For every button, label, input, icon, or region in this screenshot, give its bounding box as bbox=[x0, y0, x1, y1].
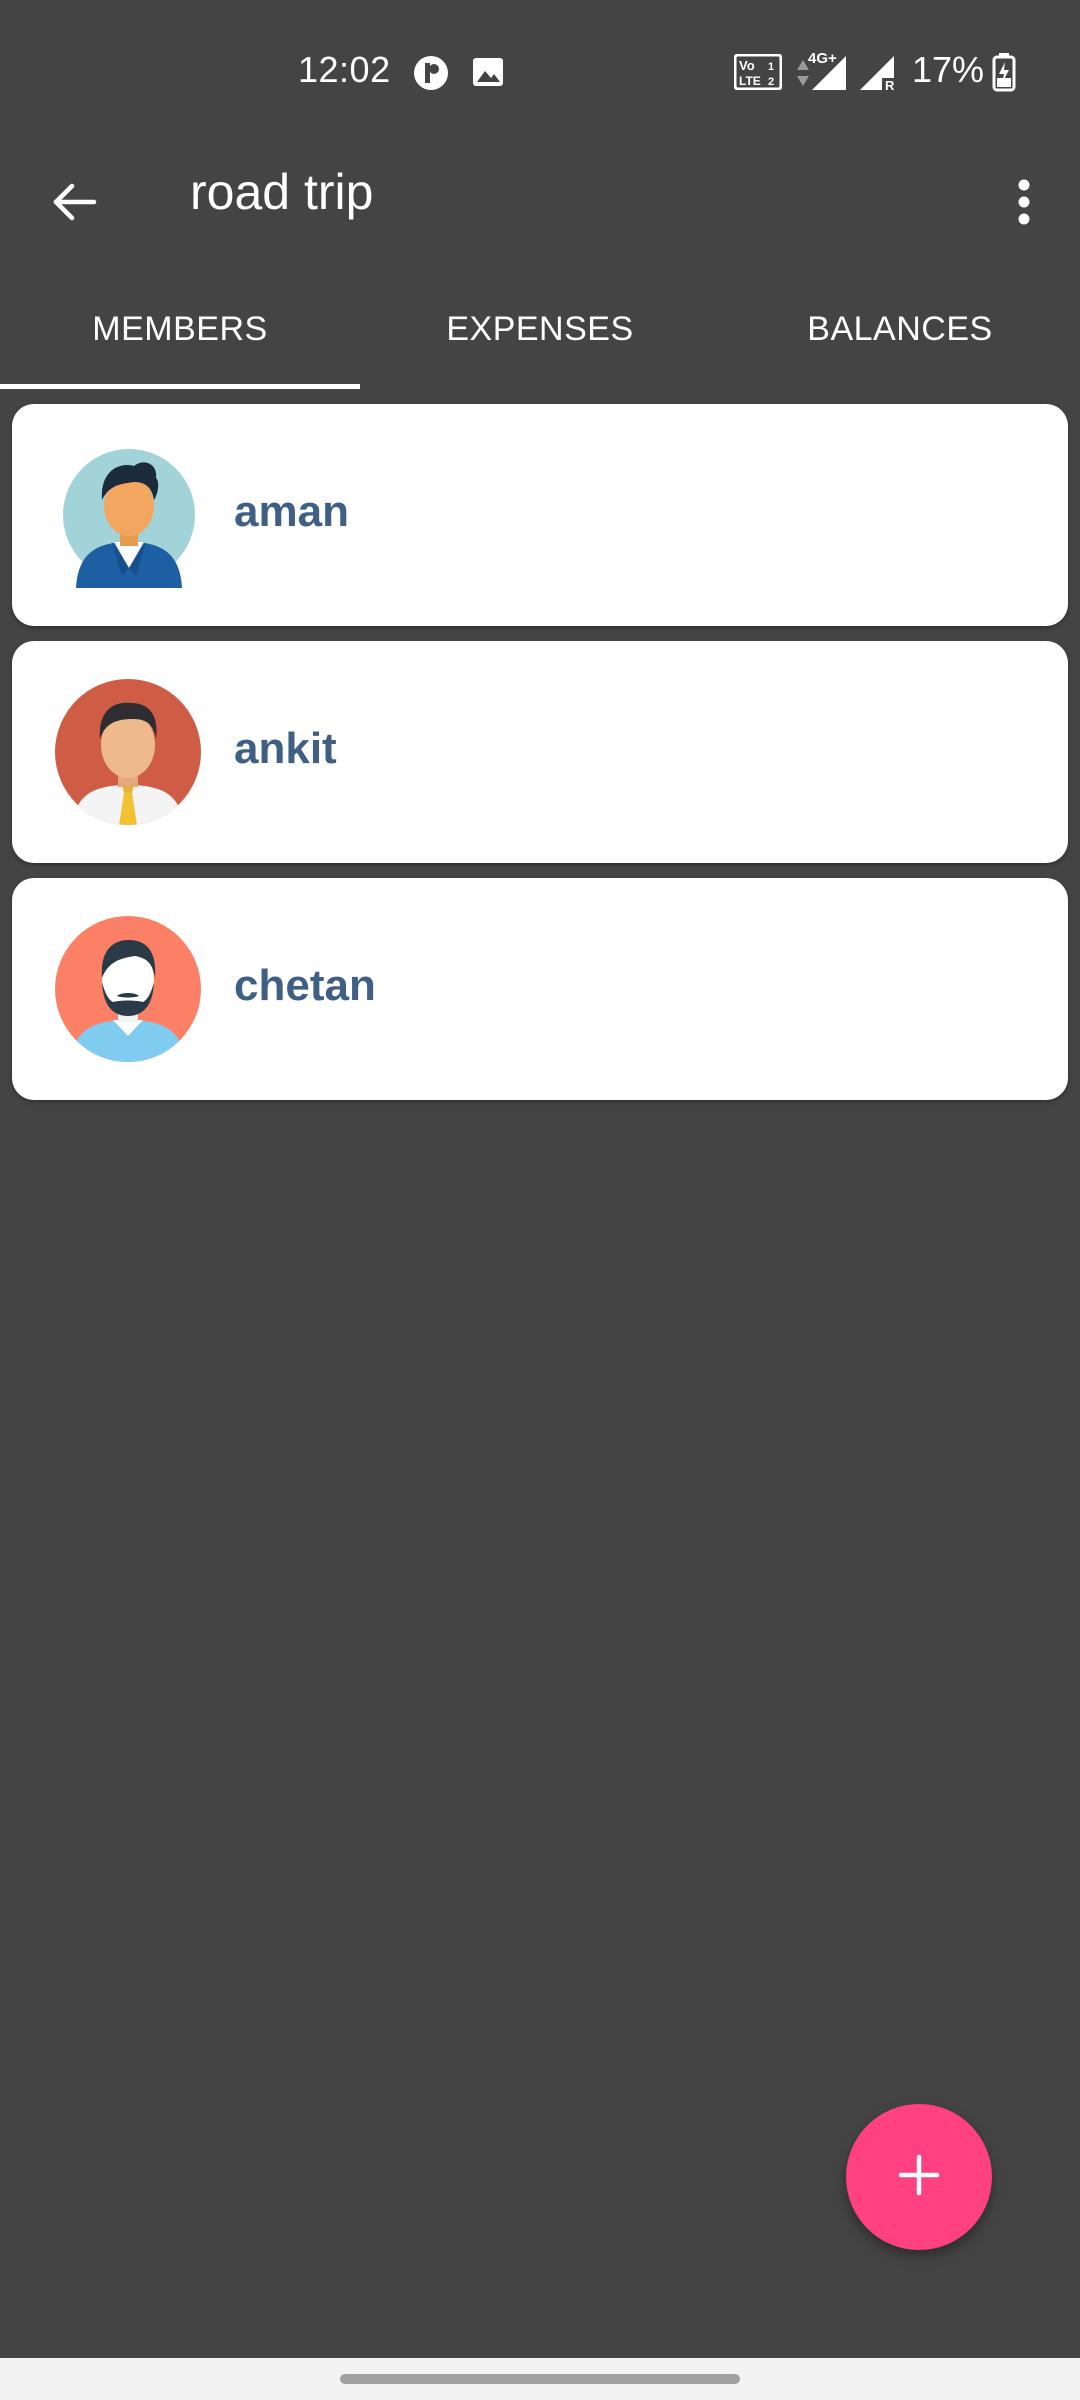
svg-text:1: 1 bbox=[768, 61, 774, 73]
app-notification-icon bbox=[412, 54, 450, 97]
svg-text:2: 2 bbox=[768, 76, 774, 88]
signal-roaming-icon: R bbox=[860, 56, 898, 95]
more-vert-icon bbox=[1016, 178, 1032, 231]
app-bar: road trip bbox=[0, 140, 1080, 280]
status-bar: 12:02 Vo LTE 1 2 4G+ R 17% bbox=[0, 0, 1080, 140]
avatar-man-beard-icon bbox=[55, 916, 201, 1062]
gallery-icon bbox=[472, 56, 504, 93]
tab-balances[interactable]: BALANCES bbox=[720, 280, 1080, 390]
avatar-man-tie-icon bbox=[55, 679, 201, 825]
status-time: 12:02 bbox=[298, 49, 391, 90]
tab-members[interactable]: MEMBERS bbox=[0, 280, 360, 390]
page-title: road trip bbox=[190, 164, 374, 220]
member-card-chetan[interactable]: chetan bbox=[12, 878, 1068, 1100]
member-name: chetan bbox=[234, 961, 376, 1010]
tab-indicator bbox=[0, 384, 360, 389]
home-gesture-handle[interactable] bbox=[340, 2374, 740, 2384]
navigation-bar bbox=[0, 2358, 1080, 2400]
screen: 12:02 Vo LTE 1 2 4G+ R 17% road trip MEM… bbox=[0, 0, 1080, 2400]
signal-icon bbox=[812, 56, 848, 95]
member-name: aman bbox=[234, 487, 349, 536]
volte-icon: Vo LTE 1 2 bbox=[733, 53, 783, 95]
member-card-ankit[interactable]: ankit bbox=[12, 641, 1068, 863]
svg-text:R: R bbox=[885, 78, 895, 90]
back-button[interactable] bbox=[34, 164, 114, 244]
avatar-man-blue-suit-icon bbox=[62, 448, 208, 594]
member-card-aman[interactable]: aman bbox=[12, 404, 1068, 626]
svg-text:LTE: LTE bbox=[739, 74, 761, 88]
add-icon bbox=[897, 2153, 941, 2202]
arrow-back-icon bbox=[50, 178, 98, 231]
battery-percent: 17% bbox=[912, 49, 985, 90]
tab-expenses[interactable]: EXPENSES bbox=[360, 280, 720, 390]
battery-charging-icon bbox=[992, 52, 1016, 97]
member-list: aman ankit chetan bbox=[12, 404, 1068, 1115]
add-member-button[interactable] bbox=[846, 2104, 992, 2250]
tab-bar: MEMBERS EXPENSES BALANCES bbox=[0, 280, 1080, 390]
more-options-button[interactable] bbox=[1000, 164, 1048, 244]
member-name: ankit bbox=[234, 724, 337, 773]
svg-text:Vo: Vo bbox=[739, 58, 755, 73]
